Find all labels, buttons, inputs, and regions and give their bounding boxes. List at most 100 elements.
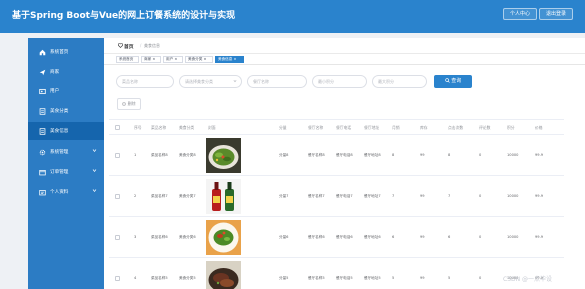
gear-icon — [39, 149, 46, 156]
query-button[interactable]: 查询 — [434, 75, 472, 88]
search-icon — [444, 77, 450, 83]
cell-stock: 99 — [420, 276, 425, 280]
sidebar-item-label: 个人资料 — [50, 190, 69, 195]
column-header: 分量 — [279, 125, 287, 130]
cell-dish-name: 菜品名称5 — [151, 276, 168, 280]
cell-points: 10000 — [507, 194, 519, 198]
cell-monthly-sales: 7 — [392, 194, 395, 198]
sidebar-item-label: 商家 — [50, 70, 60, 75]
breadcrumb: 首页 / 美食信息 — [104, 38, 585, 54]
sidebar-item-system[interactable]: 系统管理 — [28, 143, 104, 161]
sidebar-item-label: 美食分类 — [50, 109, 69, 114]
category-select-placeholder: 请选择美食分类 — [185, 79, 213, 84]
sidebar-item-profile[interactable]: 个人资料 — [28, 183, 104, 201]
cell-portion: 分量6 — [279, 235, 289, 239]
table-row[interactable]: 2 菜品名称7 美食分类7 分量7 餐厅名称7 餐厅电话7 餐厅地址7 7 99… — [109, 176, 564, 217]
sidebar-item-label: 美食信息 — [50, 129, 69, 134]
cell-restaurant-name: 餐厅名称8 — [308, 153, 325, 157]
tag-food-info[interactable]: 美食信息 × — [215, 56, 244, 63]
tag-food-category[interactable]: 美食分类 × — [185, 56, 213, 63]
table-row[interactable]: 1 菜品名称8 美食分类8 分量8 餐厅名称8 餐厅电话8 餐厅地址8 8 99… — [109, 135, 564, 176]
dish-plate-image — [206, 220, 241, 255]
chevron-down-icon — [92, 189, 97, 193]
column-header: 餐厅名称 — [308, 125, 324, 130]
cell-portion: 分量8 — [279, 153, 289, 157]
cell-clicks: 8 — [448, 153, 451, 157]
cell-restaurant-address: 餐厅地址6 — [364, 235, 381, 239]
column-header: 价格 — [535, 125, 543, 130]
dish-name-input[interactable]: 菜品名称 — [116, 75, 174, 88]
sidebar-item-home[interactable]: 系统首页 — [28, 43, 104, 61]
min-points-input[interactable]: 最小积分 — [312, 75, 367, 88]
category-select[interactable]: 请选择美食分类 — [179, 75, 242, 88]
main-content: 首页 / 美食信息 系统首页 商家 × 用户 × 美食分类 × 美食信息 × 菜… — [104, 38, 585, 289]
chevron-down-icon — [92, 149, 97, 153]
cell-index: 1 — [134, 153, 137, 157]
personal-center-button[interactable]: 个人中心 — [503, 8, 537, 20]
delete-icon — [122, 101, 127, 106]
cell-restaurant-address: 餐厅地址8 — [364, 153, 381, 157]
cell-restaurant-phone: 餐厅电话7 — [336, 194, 353, 198]
cell-restaurant-phone: 餐厅电话8 — [336, 153, 353, 157]
chevron-down-icon — [233, 80, 237, 83]
column-header: 封面 — [208, 125, 216, 130]
sidebar-item-user[interactable]: 用户 — [28, 82, 104, 100]
delete-button-label: 删除 — [127, 101, 136, 106]
tag-user[interactable]: 用户 × — [163, 56, 183, 63]
column-header: 美食分类 — [179, 125, 195, 130]
cell-restaurant-phone: 餐厅电话5 — [336, 276, 353, 280]
cell-comments: 0 — [479, 235, 482, 239]
list-icon — [39, 108, 46, 115]
column-header: 序号 — [134, 125, 142, 130]
row-checkbox[interactable] — [115, 153, 120, 158]
cell-dish-name: 菜品名称8 — [151, 153, 168, 157]
cell-stock: 99 — [420, 235, 425, 239]
cell-restaurant-name: 餐厅名称6 — [308, 235, 325, 239]
cell-comments: 0 — [479, 153, 482, 157]
tags-view: 系统首页 商家 × 用户 × 美食分类 × 美食信息 × — [104, 54, 585, 65]
tag-merchant[interactable]: 商家 × — [141, 56, 161, 63]
sidebar-item-orders[interactable]: 订单管理 — [28, 163, 104, 181]
column-header: 月销 — [392, 125, 400, 130]
sidebar-item-merchant[interactable]: 商家 — [28, 63, 104, 81]
card-icon — [39, 190, 46, 196]
sidebar-item-food-info[interactable]: 美食信息 — [28, 122, 104, 140]
sidebar-item-label: 用户 — [50, 89, 60, 94]
delete-button[interactable]: 删除 — [117, 98, 141, 110]
column-header: 库存 — [420, 125, 428, 130]
select-all-checkbox[interactable] — [115, 125, 120, 130]
max-points-input[interactable]: 最大积分 — [372, 75, 427, 88]
cell-restaurant-name: 餐厅名称7 — [308, 194, 325, 198]
cell-clicks: 7 — [448, 194, 451, 198]
logout-button[interactable]: 退出登录 — [539, 8, 573, 20]
row-checkbox[interactable] — [115, 276, 120, 281]
column-header: 餐厅地址 — [364, 125, 380, 130]
row-checkbox[interactable] — [115, 235, 120, 240]
send-icon — [39, 69, 46, 76]
breadcrumb-separator: / — [140, 43, 142, 48]
cell-category: 美食分类5 — [179, 276, 196, 280]
row-checkbox[interactable] — [115, 194, 120, 199]
heart-icon — [118, 43, 123, 48]
cell-comments: 0 — [479, 276, 482, 280]
cell-clicks: 5 — [448, 276, 451, 280]
sidebar-item-label: 订单管理 — [50, 170, 69, 175]
chevron-down-icon — [92, 169, 97, 173]
table-row[interactable]: 4 菜品名称5 美食分类5 分量5 餐厅名称5 餐厅电话5 餐厅地址5 5 99… — [109, 258, 564, 289]
cell-monthly-sales: 5 — [392, 276, 395, 280]
cell-price: 99.9 — [535, 194, 544, 198]
cell-points: 10000 — [507, 235, 519, 239]
column-header: 点击次数 — [448, 125, 464, 130]
sidebar-item-label: 系统管理 — [50, 150, 69, 155]
dish-greens-image — [206, 138, 241, 173]
restaurant-name-input[interactable]: 餐厅名称 — [247, 75, 307, 88]
column-header: 菜品名称 — [151, 125, 167, 130]
cell-price: 99.9 — [535, 235, 544, 239]
cell-category: 美食分类7 — [179, 194, 196, 198]
tag-home[interactable]: 系统首页 — [116, 56, 139, 63]
cell-restaurant-name: 餐厅名称5 — [308, 276, 325, 280]
breadcrumb-home[interactable]: 首页 — [124, 43, 134, 50]
cell-dish-name: 菜品名称6 — [151, 235, 168, 239]
table-row[interactable]: 3 菜品名称6 美食分类6 分量6 餐厅名称6 餐厅电话6 餐厅地址6 6 99… — [109, 217, 564, 258]
sidebar-item-food-category[interactable]: 美食分类 — [28, 102, 104, 120]
